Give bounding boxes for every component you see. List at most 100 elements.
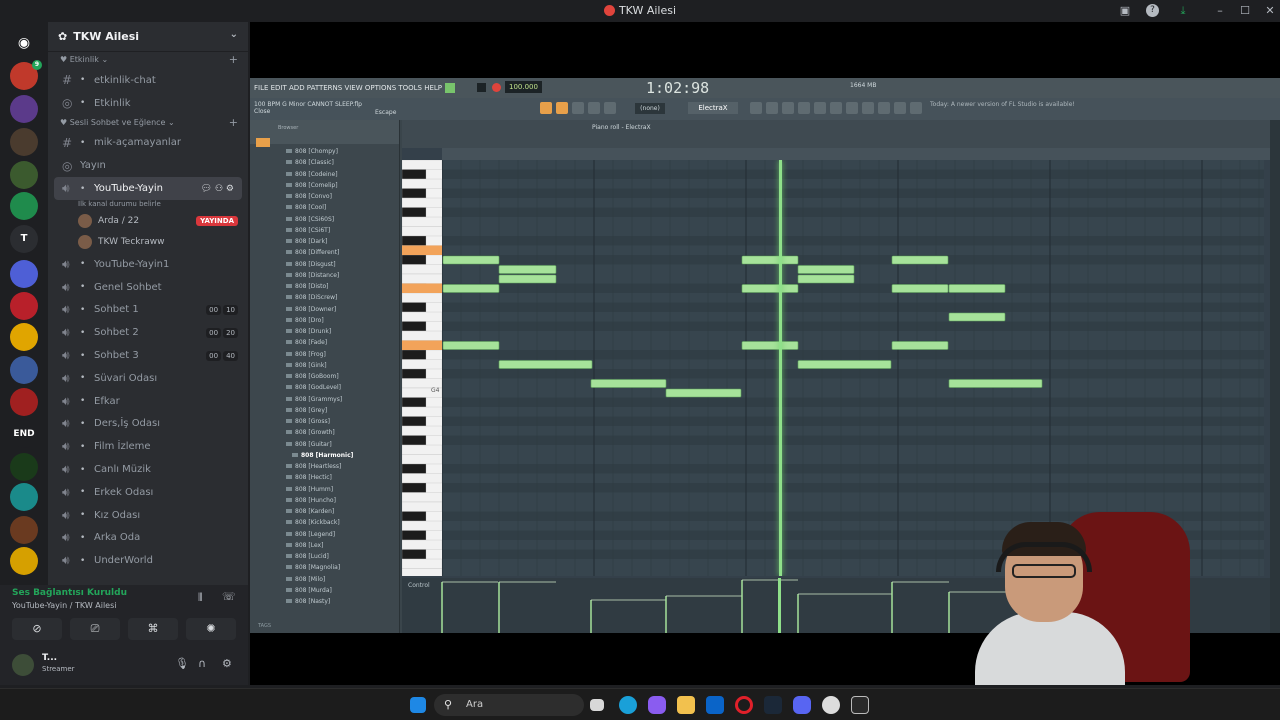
midi-note[interactable] (665, 388, 742, 398)
browser-item[interactable]: 808 [Milo] (250, 574, 399, 585)
server-icon[interactable] (10, 161, 38, 189)
browser-item[interactable]: 808 [Grammys] (250, 394, 399, 405)
browser-item[interactable]: 808 [Drunk] (250, 326, 399, 337)
black-key[interactable] (402, 302, 427, 313)
mic-icon[interactable]: 🎙︎ (175, 657, 189, 670)
soundboard-button[interactable]: ✺ (186, 618, 236, 640)
browser-item[interactable]: 808 [Dro] (250, 315, 399, 326)
voice-user[interactable]: Arda / 22 YAYINDA (48, 211, 248, 232)
white-key[interactable] (402, 520, 442, 531)
toolbar-button[interactable] (782, 102, 794, 114)
browser-item[interactable]: 808 [Frog] (250, 349, 399, 360)
midi-note[interactable] (498, 274, 557, 284)
white-key[interactable] (402, 492, 442, 503)
server-icon[interactable] (10, 483, 38, 511)
record-button[interactable] (492, 83, 501, 92)
browser-item[interactable]: 808 [Disto] (250, 281, 399, 292)
midi-note[interactable] (442, 341, 500, 350)
browser-item[interactable]: 808 [Karden] (250, 506, 399, 517)
toolbar-button[interactable] (588, 102, 600, 114)
server-icon[interactable] (10, 292, 38, 320)
black-key[interactable] (402, 235, 427, 246)
midi-note[interactable] (797, 265, 855, 274)
white-key[interactable] (402, 160, 442, 170)
channel-stage[interactable]: ◎ • Etkinlik (48, 92, 248, 115)
noise-suppression-icon[interactable]: ⫴ (198, 591, 203, 605)
copilot-icon[interactable] (648, 696, 666, 714)
start-icon[interactable] (410, 697, 426, 713)
toolbar-button[interactable] (750, 102, 762, 114)
black-key[interactable] (402, 207, 427, 218)
browser-item[interactable]: 808 [Guitar] (250, 439, 399, 450)
toolbar-button[interactable] (846, 102, 858, 114)
server-icon[interactable] (10, 453, 38, 481)
play-button[interactable] (445, 83, 455, 93)
discord-home-icon[interactable]: ◉ (10, 29, 38, 57)
white-key[interactable] (402, 406, 442, 417)
voice-status[interactable]: Ses Bağlantısı Kuruldu (12, 588, 127, 598)
white-key[interactable] (402, 444, 442, 455)
white-key[interactable] (402, 292, 442, 303)
instrument-selector[interactable]: ElectraX (688, 102, 738, 114)
epic-games-icon[interactable] (851, 696, 869, 714)
white-key[interactable] (402, 558, 442, 569)
channel-voice[interactable]: 🔊︎ • Efkar (48, 390, 248, 413)
midi-note[interactable] (590, 379, 667, 388)
timeline-ruler[interactable] (442, 148, 1280, 160)
maximize-icon[interactable]: ☐ (1237, 3, 1253, 19)
browser-item[interactable]: 808 [Huncho] (250, 495, 399, 506)
server-icon[interactable] (10, 356, 38, 384)
browser-item[interactable]: 808 [GoBoom] (250, 371, 399, 382)
white-key[interactable] (402, 501, 442, 512)
stop-button[interactable] (477, 83, 486, 92)
toolbar-button[interactable] (830, 102, 842, 114)
close-icon[interactable]: ✕ (1262, 3, 1278, 19)
chrome-icon[interactable] (822, 696, 840, 714)
channel-text[interactable]: # • mik-açamayanlar (48, 132, 248, 155)
avatar[interactable] (10, 652, 36, 678)
channel-voice[interactable]: 🔊︎ • Film İzleme (48, 435, 248, 458)
channel-voice[interactable]: 🔊︎ • Kız Odası (48, 504, 248, 527)
browser-item[interactable]: 808 [GodLevel] (250, 382, 399, 393)
server-icon[interactable]: T (10, 225, 38, 253)
white-key[interactable] (402, 311, 442, 322)
server-header[interactable]: ✿ TKW Ailesi ⌄ (48, 22, 248, 52)
white-key[interactable] (402, 568, 442, 577)
midi-note[interactable] (741, 284, 799, 293)
channel-voice[interactable]: 🔊︎ • YouTube-Yayin1 (48, 253, 248, 276)
channel-voice[interactable]: 🔊︎ • Sohbet 2 00 20 (48, 321, 248, 344)
disconnect-icon[interactable]: ☏ (222, 590, 236, 603)
channel-voice[interactable]: 🔊︎ • Arka Oda (48, 527, 248, 550)
toolbar-button[interactable] (766, 102, 778, 114)
toolbar-button[interactable] (910, 102, 922, 114)
inbox-icon[interactable]: ▣ (1117, 3, 1133, 19)
browser-item[interactable]: 808 [Humm] (250, 484, 399, 495)
browser-item[interactable]: 808 [Convo] (250, 191, 399, 202)
toolbar-button[interactable] (814, 102, 826, 114)
white-key[interactable] (402, 425, 442, 436)
browser-item[interactable]: 808 [Murda] (250, 585, 399, 596)
channel-voice[interactable]: 🔊︎ • Genel Sohbet (48, 276, 248, 299)
browser-item[interactable]: 808 [Comelip] (250, 180, 399, 191)
black-key[interactable] (402, 188, 427, 199)
browser-item[interactable]: 808 [Chompy] (250, 146, 399, 157)
server-icon[interactable] (10, 128, 38, 156)
browser-add-icon[interactable] (256, 138, 270, 147)
channel-voice[interactable]: 🔊︎ • Canlı Müzik (48, 458, 248, 481)
piano-keys[interactable]: G4 (402, 160, 442, 576)
category-header[interactable]: ♥ Sesli Sohbet ve Eğlence ⌄ + (48, 116, 248, 132)
add-channel-icon[interactable]: + (229, 53, 238, 66)
browser-item[interactable]: 808 [Different] (250, 247, 399, 258)
voice-location[interactable]: YouTube-Yayin / TKW Ailesi (12, 601, 117, 610)
toolbar-button[interactable] (894, 102, 906, 114)
browser-item[interactable]: 808 [Grey] (250, 405, 399, 416)
black-key[interactable] (402, 254, 427, 265)
discord-icon[interactable] (793, 696, 811, 714)
browser-item[interactable]: 808 [Distance] (250, 270, 399, 281)
toolbar-button[interactable] (572, 102, 584, 114)
midi-note[interactable] (797, 360, 892, 369)
browser-item[interactable]: 808 [Gink] (250, 360, 399, 371)
minimize-icon[interactable]: – (1212, 3, 1228, 19)
white-key[interactable] (402, 539, 442, 550)
browser-item[interactable]: 808 [Growth] (250, 427, 399, 438)
